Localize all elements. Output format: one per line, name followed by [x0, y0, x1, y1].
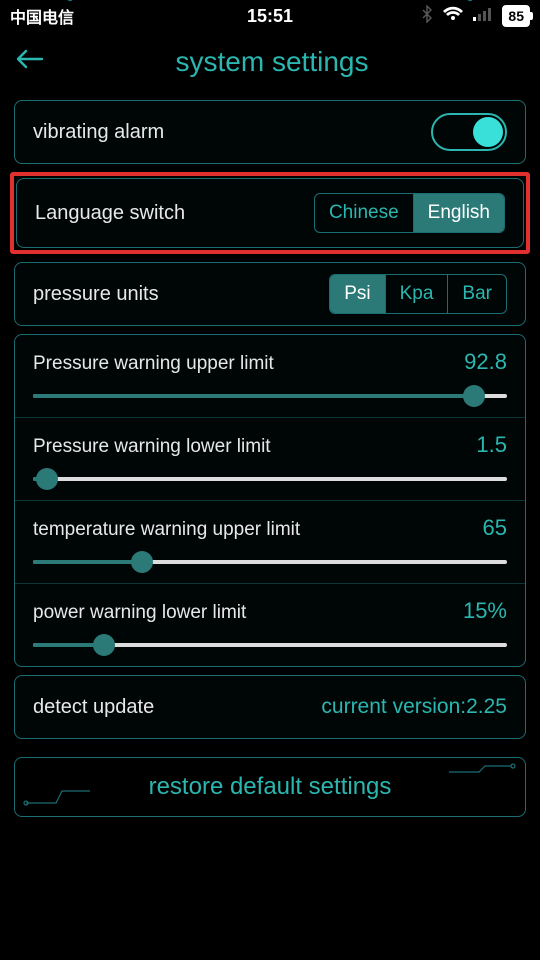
temperature-upper-row: temperature warning upper limit 65: [15, 500, 525, 583]
pressure-upper-slider[interactable]: [33, 385, 507, 407]
battery-indicator: 85: [502, 5, 530, 27]
slider-thumb-icon: [131, 551, 153, 573]
pressure-upper-row: Pressure warning upper limit 92.8: [15, 335, 525, 417]
pressure-units-card: pressure units Psi Kpa Bar: [14, 262, 526, 326]
restore-defaults-label: restore default settings: [149, 773, 392, 801]
warnings-card: Pressure warning upper limit 92.8 Pressu…: [14, 334, 526, 667]
power-lower-slider[interactable]: [33, 634, 507, 656]
carrier-label: 中国电信: [10, 4, 74, 28]
temperature-upper-slider[interactable]: [33, 551, 507, 573]
power-lower-label: power warning lower limit: [33, 602, 246, 624]
vibrating-alarm-card: vibrating alarm: [14, 100, 526, 164]
detect-update-label: detect update: [33, 696, 321, 719]
vibrating-alarm-label: vibrating alarm: [33, 121, 431, 144]
pressure-upper-value: 92.8: [464, 349, 507, 375]
language-option-chinese[interactable]: Chinese: [315, 194, 413, 232]
language-label: Language switch: [35, 202, 314, 225]
pressure-units-segmented: Psi Kpa Bar: [329, 274, 507, 314]
language-card: Language switch Chinese English: [16, 178, 524, 248]
wifi-icon: [442, 6, 464, 27]
temperature-upper-label: temperature warning upper limit: [33, 519, 300, 541]
slider-thumb-icon: [93, 634, 115, 656]
title-bar: system settings: [0, 32, 540, 92]
power-lower-value: 15%: [463, 598, 507, 624]
pressure-units-label: pressure units: [33, 283, 329, 306]
pressure-lower-slider[interactable]: [33, 468, 507, 490]
pressure-unit-bar[interactable]: Bar: [447, 275, 506, 313]
detect-update-card[interactable]: detect update current version:2.25: [14, 675, 526, 739]
pressure-unit-psi[interactable]: Psi: [330, 275, 384, 313]
language-highlight: Language switch Chinese English: [10, 172, 530, 254]
restore-defaults-button[interactable]: restore default settings: [14, 757, 526, 817]
bluetooth-icon: [420, 5, 434, 28]
slider-thumb-icon: [36, 468, 58, 490]
current-version-value: current version:2.25: [321, 695, 507, 719]
status-time: 15:51: [247, 6, 293, 27]
pressure-upper-label: Pressure warning upper limit: [33, 353, 274, 375]
signal-icon: [472, 6, 494, 27]
status-bar: 中国电信 15:51 85: [0, 0, 540, 32]
language-option-english[interactable]: English: [413, 194, 504, 232]
pressure-lower-label: Pressure warning lower limit: [33, 436, 271, 458]
pressure-lower-value: 1.5: [476, 432, 507, 458]
power-lower-row: power warning lower limit 15%: [15, 583, 525, 666]
language-segmented: Chinese English: [314, 193, 505, 233]
pressure-unit-kpa[interactable]: Kpa: [385, 275, 448, 313]
vibrating-alarm-toggle[interactable]: [431, 113, 507, 151]
toggle-knob-icon: [473, 117, 503, 147]
temperature-upper-value: 65: [483, 515, 507, 541]
page-title: system settings: [18, 46, 526, 78]
pressure-lower-row: Pressure warning lower limit 1.5: [15, 417, 525, 500]
slider-thumb-icon: [463, 385, 485, 407]
